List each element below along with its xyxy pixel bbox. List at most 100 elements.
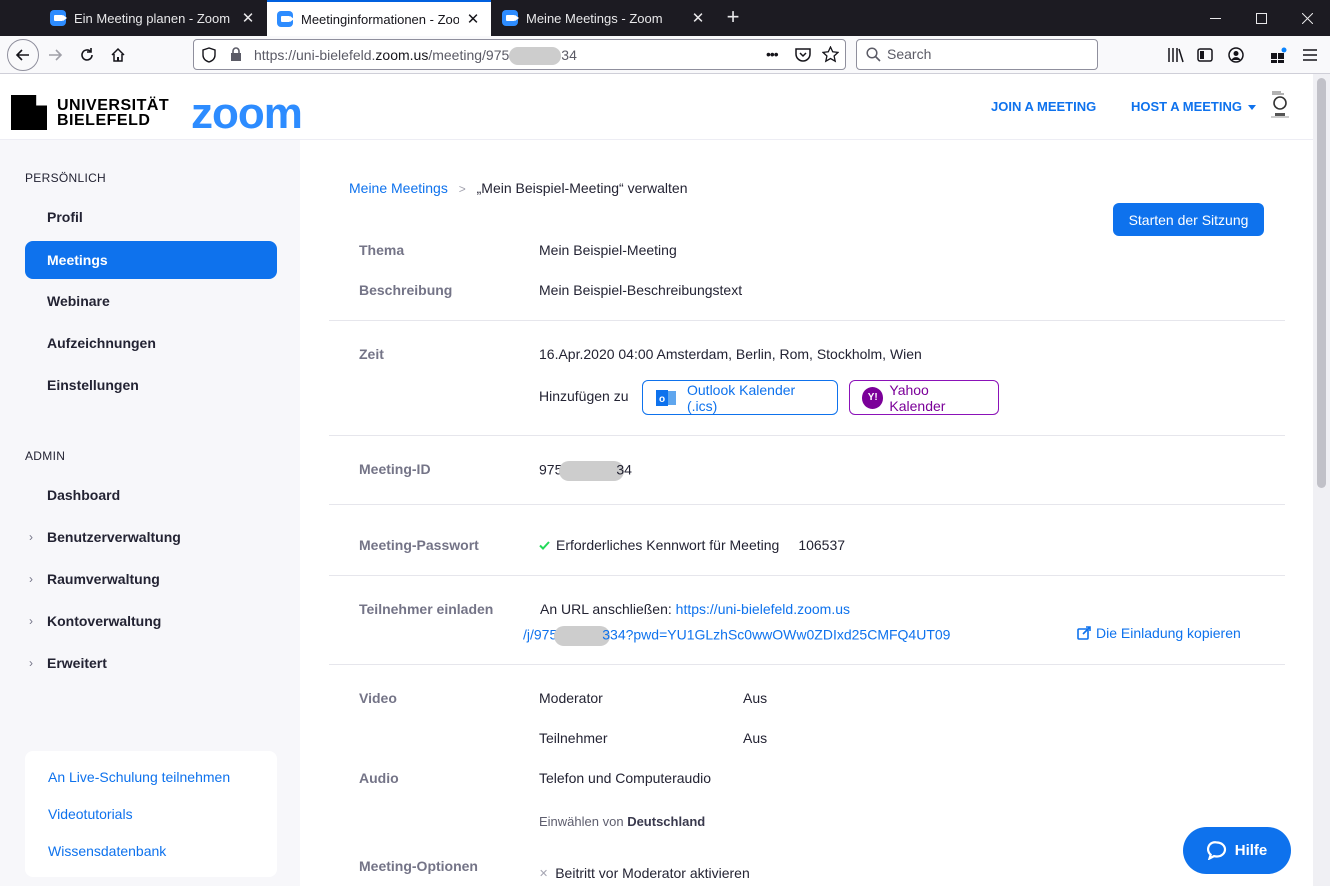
host-meeting-link[interactable]: HOST A MEETING <box>1131 99 1256 114</box>
copy-invitation-label: Die Einladung kopieren <box>1096 625 1241 641</box>
redaction-mask <box>509 47 562 66</box>
help-button[interactable]: Hilfe <box>1183 827 1291 874</box>
meeting-id-value: 975 34 <box>539 461 632 481</box>
dial-in-prefix: Einwählen von <box>539 814 624 829</box>
password-code: 106537 <box>798 537 846 553</box>
university-logo[interactable]: UNIVERSITÄT BIELEFELD <box>11 95 169 130</box>
sidebar-item-dashboard[interactable]: Dashboard <box>25 476 277 514</box>
live-training-link[interactable]: An Live-Schulung teilnehmen <box>48 769 230 785</box>
chevron-right-icon: › <box>29 572 33 586</box>
url-bar[interactable]: https://uni-bielefeld.zoom.us/meeting/97… <box>193 39 846 70</box>
tab-title: Meetinginformationen - Zoom <box>301 11 459 27</box>
tab-meine-meetings[interactable]: Meine Meetings - Zoom ✕ <box>492 0 716 36</box>
close-icon[interactable]: ✕ <box>240 10 256 27</box>
invite-url-line1: An URL anschließen: https://uni-bielefel… <box>540 601 850 617</box>
sidebar-item-label: Benutzerverwaltung <box>47 529 181 545</box>
tab-meetinginformationen[interactable]: Meetinginformationen - Zoom ✕ <box>267 0 491 36</box>
option-join-before-host: ✕ Beitritt vor Moderator aktivieren <box>539 865 750 881</box>
description-value: Mein Beispiel-Beschreibungstext <box>539 282 743 298</box>
invite-url-path[interactable]: /j/975 <box>523 627 557 643</box>
lock-icon[interactable] <box>230 47 242 62</box>
start-meeting-button[interactable]: Starten der Sitzung <box>1113 203 1264 236</box>
cross-icon: ✕ <box>539 867 549 880</box>
back-icon[interactable] <box>7 39 39 71</box>
home-icon[interactable] <box>104 41 132 69</box>
outlook-icon: o <box>655 387 677 409</box>
invite-label: Teilnehmer einladen <box>359 601 494 617</box>
meeting-id-label: Meeting-ID <box>359 461 431 477</box>
breadcrumb-my-meetings-link[interactable]: Meine Meetings <box>349 180 448 196</box>
tracking-protection-shield-icon[interactable] <box>202 47 216 63</box>
audio-value: Telefon und Computeraudio <box>539 770 712 786</box>
pocket-icon[interactable] <box>795 47 811 62</box>
minimize-icon[interactable] <box>1192 0 1238 36</box>
sidebar-item-einstellungen[interactable]: Einstellungen <box>25 366 277 404</box>
account-icon[interactable] <box>1222 41 1250 69</box>
audio-label: Audio <box>359 770 399 786</box>
sidebar-item-kontoverwaltung[interactable]: › Kontoverwaltung <box>25 602 277 640</box>
sidebar-item-label: Erweitert <box>47 655 107 671</box>
zoom-logo[interactable]: zoom <box>191 92 303 136</box>
breadcrumb-current: „Mein Beispiel-Meeting“ verwalten <box>476 180 688 196</box>
tab-ein-meeting-planen[interactable]: Ein Meeting planen - Zoom ✕ <box>40 0 266 36</box>
sidebar-item-profil[interactable]: Profil <box>25 198 277 236</box>
host-meeting-label: HOST A MEETING <box>1131 99 1242 114</box>
avatar[interactable] <box>1266 89 1294 119</box>
help-links-box: An Live-Schulung teilnehmen Videotutoria… <box>25 751 277 877</box>
sidebar-item-erweitert[interactable]: › Erweitert <box>25 644 277 682</box>
reload-icon[interactable] <box>73 41 101 69</box>
sidebar-toggle-icon[interactable] <box>1191 41 1219 69</box>
copy-invitation-link[interactable]: Die Einladung kopieren <box>1077 625 1241 641</box>
zoom-favicon-icon <box>502 10 519 26</box>
sidebar: PERSÖNLICH Profil Meetings Webinare Aufz… <box>0 140 300 886</box>
browser-nav-bar: https://uni-bielefeld.zoom.us/meeting/97… <box>0 36 1330 74</box>
add-to-calendar-label: Hinzufügen zu <box>539 388 629 404</box>
forward-icon[interactable] <box>41 41 69 69</box>
chevron-right-icon: › <box>29 614 33 628</box>
sidebar-item-webinare[interactable]: Webinare <box>25 282 277 320</box>
page-scrollbar[interactable] <box>1313 74 1330 886</box>
video-tutorials-link[interactable]: Videotutorials <box>48 806 133 822</box>
uni-name-line1: UNIVERSITÄT <box>57 96 170 114</box>
yahoo-calendar-button[interactable]: Y! Yahoo Kalender <box>849 380 999 415</box>
video-participant-label: Teilnehmer <box>539 730 608 746</box>
knowledge-base-link[interactable]: Wissensdatenbank <box>48 843 166 859</box>
library-icon[interactable] <box>1162 41 1190 69</box>
topic-value: Mein Beispiel-Meeting <box>539 242 677 258</box>
invite-url-line2[interactable]: /j/975 334?pwd=YU1GLzhSc0wwOWw0ZDIxd25CMF… <box>523 626 950 646</box>
tab-title: Meine Meetings - Zoom <box>526 10 663 26</box>
search-input[interactable] <box>887 46 1087 62</box>
scrollbar-thumb[interactable] <box>1317 78 1326 488</box>
caret-down-icon <box>1247 105 1256 111</box>
meeting-options-label: Meeting-Optionen <box>359 858 478 874</box>
search-bar[interactable] <box>856 39 1098 70</box>
url-domain: zoom.us <box>375 47 429 63</box>
sidebar-item-label: Kontoverwaltung <box>47 613 162 629</box>
new-tab-icon[interactable]: + <box>722 6 744 28</box>
close-icon[interactable]: ✕ <box>465 11 481 28</box>
join-meeting-link[interactable]: JOIN A MEETING <box>991 99 1096 114</box>
topic-label: Thema <box>359 242 405 258</box>
university-logo-mark-icon <box>11 95 47 130</box>
sidebar-item-aufzeichnungen[interactable]: Aufzeichnungen <box>25 324 277 362</box>
extensions-icon[interactable] <box>1264 41 1292 69</box>
close-icon[interactable]: ✕ <box>690 10 706 27</box>
invite-url-link[interactable]: https://uni-bielefeld.zoom.us <box>676 601 850 617</box>
site-header: UNIVERSITÄT BIELEFELD zoom JOIN A MEETIN… <box>0 75 1330 140</box>
bookmark-star-icon[interactable] <box>822 46 839 63</box>
meeting-id-suffix: 34 <box>616 461 632 478</box>
page-actions-menu-icon[interactable]: ••• <box>766 46 779 62</box>
invite-url-query[interactable]: 334?pwd=YU1GLzhSc0wwOWw0ZDIxd25CMFQ4UT09 <box>602 627 950 643</box>
url-suffix: 34 <box>561 47 577 63</box>
window-close-icon[interactable] <box>1284 0 1330 36</box>
sidebar-item-benutzerverwaltung[interactable]: › Benutzerverwaltung <box>25 518 277 556</box>
sidebar-item-raumverwaltung[interactable]: › Raumverwaltung <box>25 560 277 598</box>
url-path: /meeting/975 <box>428 47 510 63</box>
maximize-icon[interactable] <box>1238 0 1284 36</box>
tab-title: Ein Meeting planen - Zoom <box>74 10 231 26</box>
outlook-calendar-button[interactable]: o Outlook Kalender (.ics) <box>642 380 838 415</box>
hamburger-menu-icon[interactable] <box>1296 41 1324 69</box>
uni-name-line2: BIELEFELD <box>57 111 151 129</box>
sidebar-item-label: Raumverwaltung <box>47 571 160 587</box>
sidebar-item-meetings[interactable]: Meetings <box>25 241 277 279</box>
